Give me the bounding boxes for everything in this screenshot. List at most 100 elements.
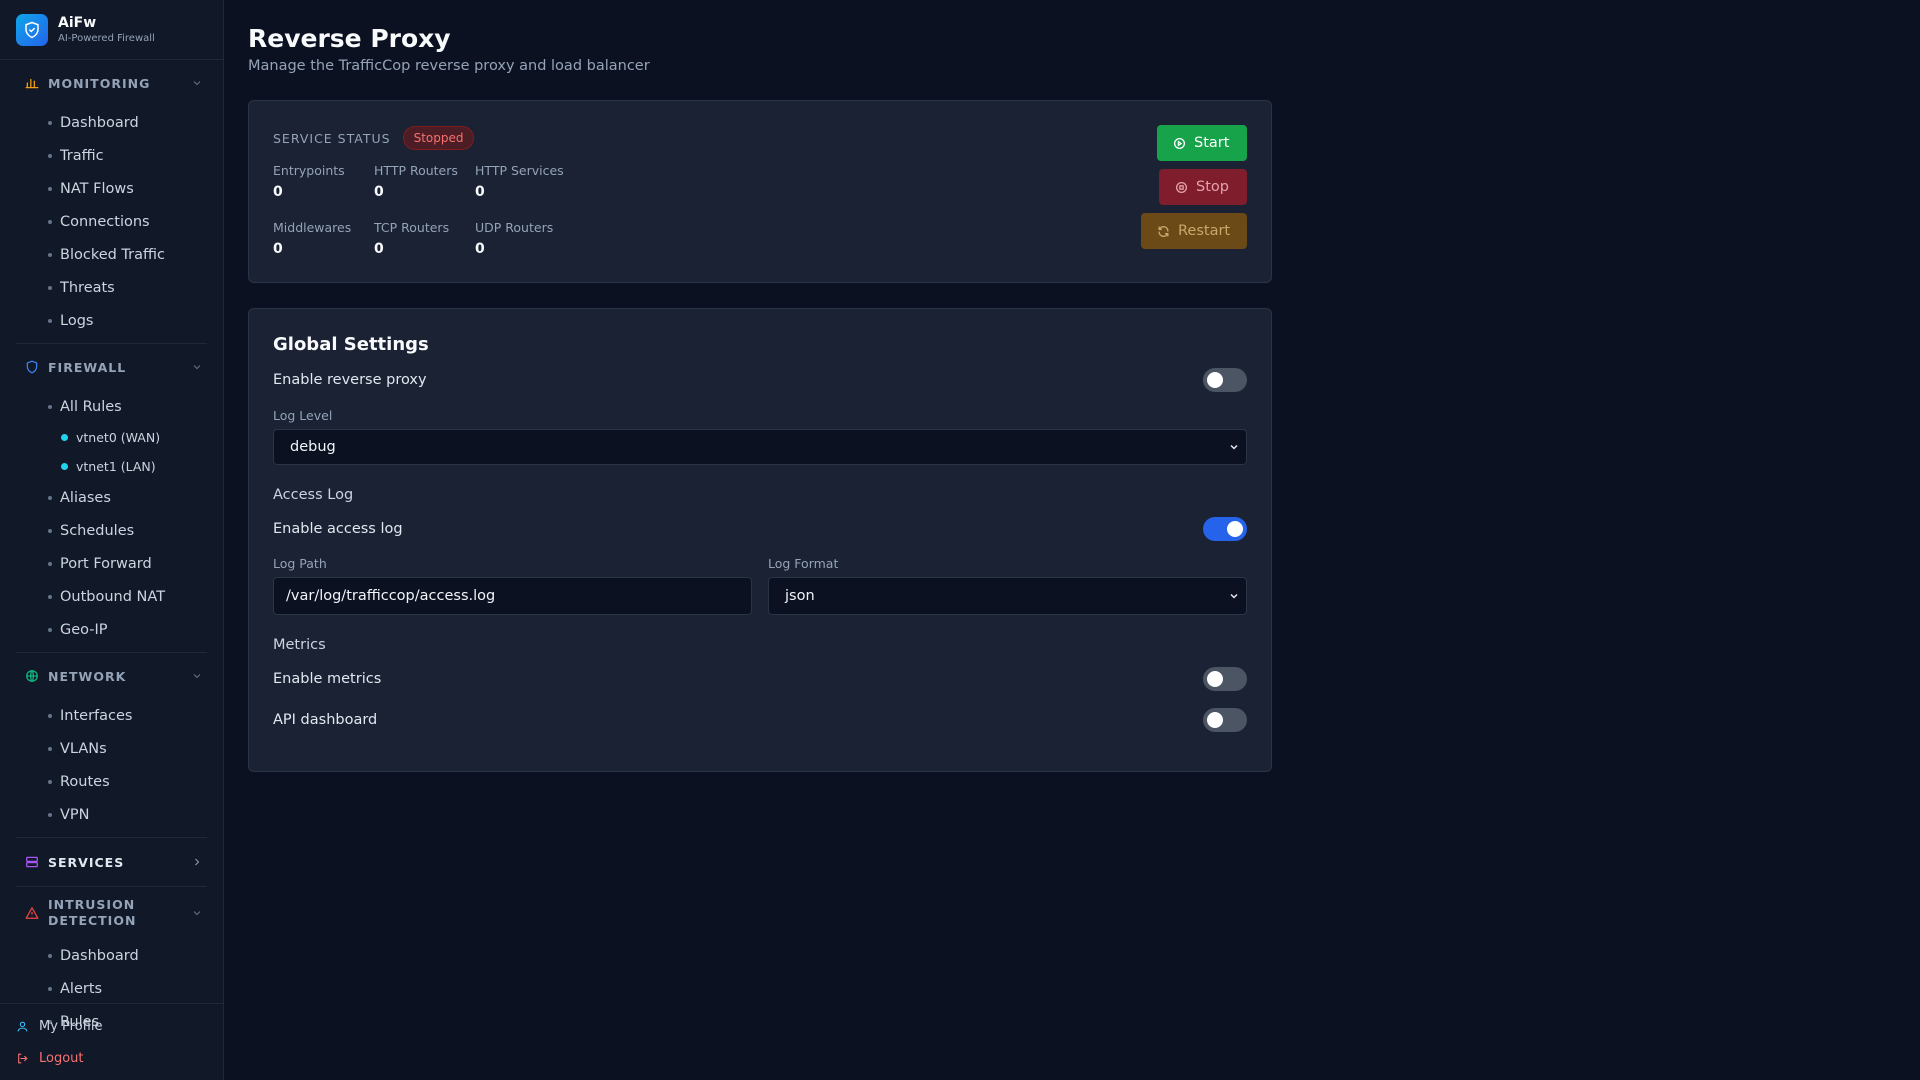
shield-icon [24,359,40,375]
stat-tcp-routers: TCP Routers 0 [374,220,475,259]
my-profile-link[interactable]: My Profile [0,1010,223,1042]
sidebar-item-label: Traffic [60,147,104,164]
sidebar-item-outbound-nat[interactable]: Outbound NAT [16,580,207,613]
enable-metrics-label: Enable metrics [273,671,382,687]
chevron-down-icon [193,81,201,86]
stat-label: TCP Routers [374,220,450,235]
metrics-heading: Metrics [273,637,326,653]
chevron-down-icon [193,674,201,679]
shield-logo-icon [16,13,48,46]
my-profile-label: My Profile [39,1018,103,1034]
enable-proxy-label: Enable reverse proxy [273,372,427,388]
section-title: FIREWALL [48,359,127,375]
sidebar-item-label: vtnet1 (LAN) [76,459,156,474]
brand-subtitle: AI-Powered Firewall [58,32,155,44]
sidebar-item-dashboard[interactable]: Dashboard [16,106,207,139]
enable-proxy-row: Enable reverse proxy [273,358,1247,402]
service-status-label: SERVICE STATUS [273,130,391,146]
sidebar-item-label: Outbound NAT [60,588,166,605]
start-button[interactable]: Start [1157,125,1247,161]
sidebar-item-traffic[interactable]: Traffic [16,139,207,172]
restart-button[interactable]: Restart [1141,213,1247,249]
bullet [48,285,52,290]
nav-section-network: NETWORK Interfaces VLANs Routes VPN [16,653,207,838]
section-title: MONITORING [48,75,151,91]
chevron-down-icon [1230,593,1238,599]
stat-value: 0 [273,241,283,257]
log-path-value: /var/log/trafficcop/access.log [286,588,496,604]
api-dashboard-toggle[interactable] [1203,708,1247,732]
play-circle-icon [1173,137,1186,149]
sidebar-item-ids-dashboard[interactable]: Dashboard [16,939,207,972]
log-path-input[interactable]: /var/log/trafficcop/access.log [273,577,752,615]
stats-grid: Entrypoints 0 HTTP Routers 0 HTTP Services… [273,163,1247,259]
sidebar-item-nat-flows[interactable]: NAT Flows [16,172,207,205]
sidebar-item-all-rules[interactable]: All Rules [16,390,207,423]
bullet [48,528,52,533]
nav-section-services: SERVICES [16,838,207,887]
sidebar-item-threats[interactable]: Threats [16,271,207,304]
sidebar-item-logs[interactable]: Logs [16,304,207,337]
section-title: NETWORK [48,668,127,684]
interface-dot [61,463,68,470]
sidebar-item-blocked-traffic[interactable]: Blocked Traffic [16,238,207,271]
bullet [48,153,52,158]
sidebar-item-vtnet0[interactable]: vtnet0 (WAN) [16,423,207,452]
nav-section-monitoring: MONITORING Dashboard Traffic NAT Flows C… [16,60,207,344]
settings-title: Global Settings [273,334,429,355]
stat-label: HTTP Routers [374,163,458,178]
bullet [48,404,52,409]
section-header-firewall[interactable]: FIREWALL [16,344,207,390]
access-log-heading: Access Log [273,487,354,503]
log-level-value: debug [290,439,336,455]
section-header-intrusion-detection[interactable]: INTRUSION DETECTION [16,887,207,939]
sidebar-item-geo-ip[interactable]: Geo-IP [16,613,207,646]
sidebar-item-vlans[interactable]: VLANs [16,732,207,765]
enable-proxy-toggle[interactable] [1203,368,1247,392]
sidebar-item-routes[interactable]: Routes [16,765,207,798]
sidebar-item-schedules[interactable]: Schedules [16,514,207,547]
bar-chart-icon [24,75,40,91]
section-header-network[interactable]: NETWORK [16,653,207,699]
bullet [48,594,52,599]
sidebar-item-label: vtnet0 (WAN) [76,430,161,445]
sidebar-item-vpn[interactable]: VPN [16,798,207,831]
service-actions: Start Stop Restart [1141,125,1247,249]
sidebar-item-connections[interactable]: Connections [16,205,207,238]
enable-access-log-toggle[interactable] [1203,517,1247,541]
section-title-line: INTRUSION [48,897,136,912]
sidebar-item-aliases[interactable]: Aliases [16,481,207,514]
bullet [48,627,52,632]
sidebar-item-port-forward[interactable]: Port Forward [16,547,207,580]
restart-label: Restart [1178,223,1231,239]
sidebar-item-label: Logs [60,312,94,329]
section-header-services[interactable]: SERVICES [16,838,207,886]
stat-value: 0 [273,184,283,200]
stat-label: Middlewares [273,220,352,235]
sidebar-item-vtnet1[interactable]: vtnet1 (LAN) [16,452,207,481]
toggle-knob [1207,671,1223,687]
sidebar-item-label: Geo-IP [60,621,108,638]
log-level-field: Log Level debug [273,408,1247,465]
stat-http-routers: HTTP Routers 0 [374,163,475,202]
sidebar-item-alerts[interactable]: Alerts [16,972,207,1005]
enable-metrics-toggle[interactable] [1203,667,1247,691]
status-badge: Stopped [402,126,475,150]
brand-name: AiFw [58,14,97,31]
bullet [48,186,52,191]
section-header-monitoring[interactable]: MONITORING [16,60,207,106]
sidebar-item-label: Schedules [60,522,135,539]
api-dashboard-label: API dashboard [273,712,378,728]
sidebar-item-label: NAT Flows [60,180,134,197]
log-format-select[interactable]: json [768,577,1247,615]
interface-dot [61,434,68,441]
log-format-label: Log Format [768,556,839,571]
stat-udp-routers: UDP Routers 0 [475,220,576,259]
brand[interactable]: AiFw AI-Powered Firewall [0,0,223,60]
sidebar-item-interfaces[interactable]: Interfaces [16,699,207,732]
bullet [48,746,52,751]
log-level-select[interactable]: debug [273,429,1247,465]
server-icon [24,854,40,870]
logout-link[interactable]: Logout [0,1042,223,1074]
stop-button[interactable]: Stop [1159,169,1247,205]
